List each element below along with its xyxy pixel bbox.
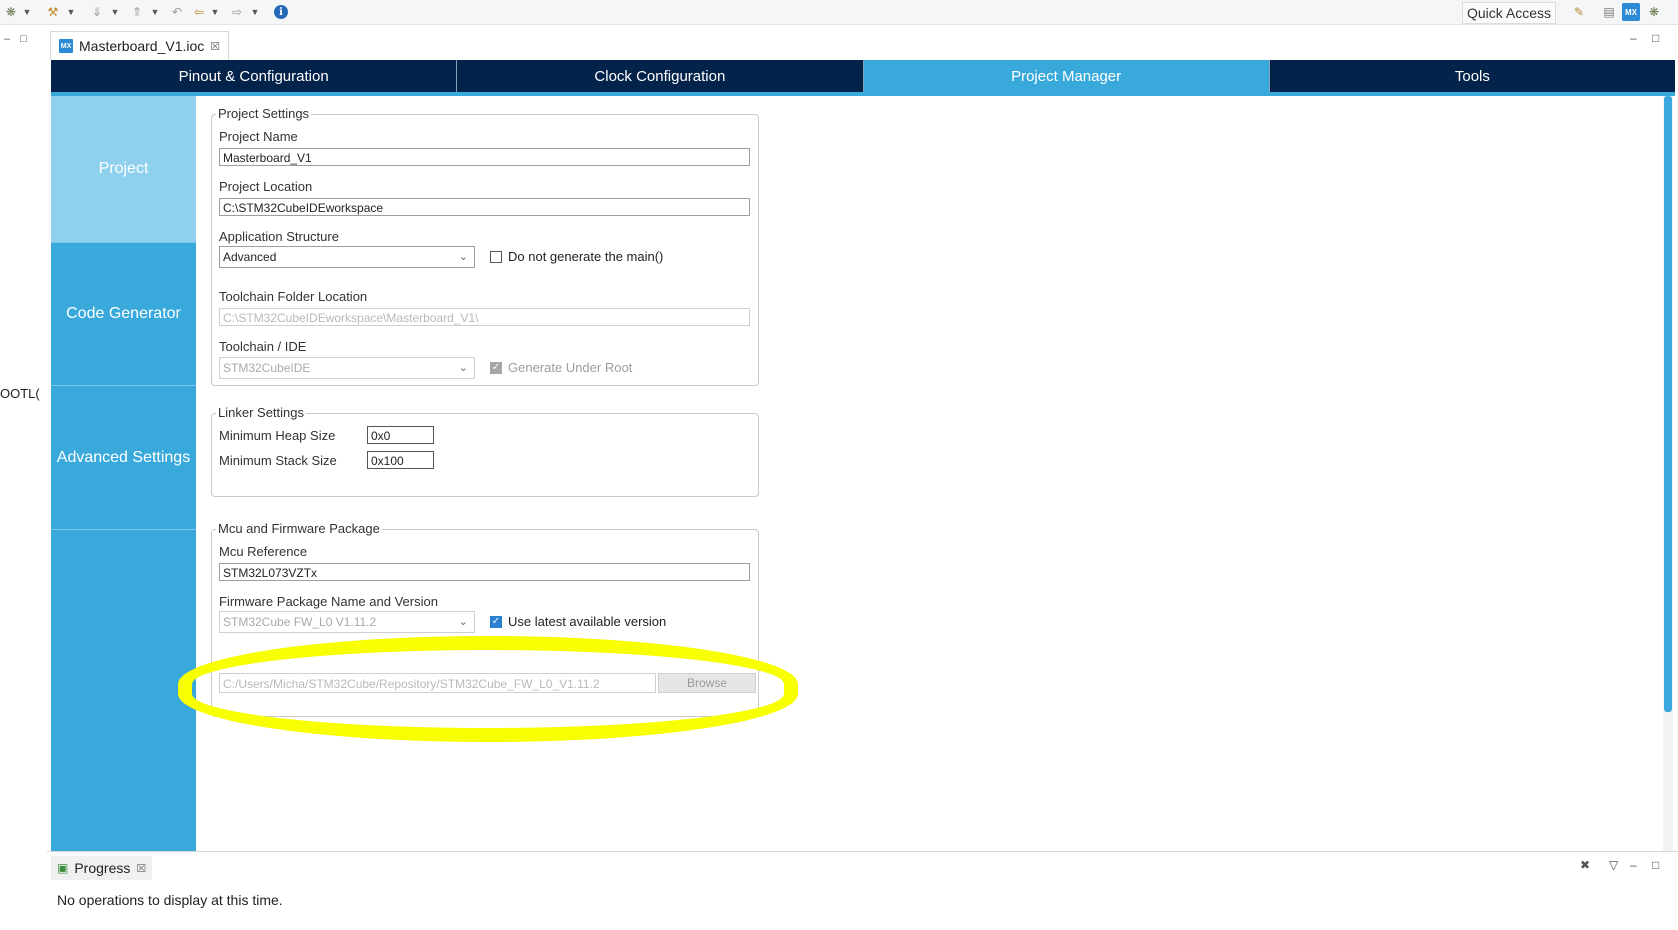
build-hammer-icon[interactable]: ⚒	[44, 3, 62, 21]
remove-all-finished-icon[interactable]: ✖	[1580, 858, 1590, 872]
sidenav-item-project[interactable]: Project	[51, 96, 196, 243]
application-structure-label: Application Structure	[219, 229, 339, 244]
chevron-down-icon: ⌄	[458, 362, 468, 374]
tab-clock-configuration[interactable]: Clock Configuration	[457, 60, 864, 92]
generate-under-root-checkbox: ✓	[490, 362, 502, 374]
panel-minimize-icon[interactable]: –	[1630, 858, 1637, 872]
project-settings-legend: Project Settings	[216, 106, 312, 121]
back-icon[interactable]: ⇦	[190, 3, 208, 21]
open-perspective-icon[interactable]: ✎	[1570, 3, 1588, 21]
tab-pinout-configuration[interactable]: Pinout & Configuration	[51, 60, 458, 92]
mx-file-icon: MX	[59, 39, 73, 53]
info-icon[interactable]: i	[274, 5, 288, 19]
tab-tools[interactable]: Tools	[1269, 60, 1675, 92]
firmware-package-select: STM32Cube FW_L0 V1.11.2 ⌄	[219, 611, 475, 633]
linker-settings-legend: Linker Settings	[216, 405, 306, 420]
back-dropdown-icon[interactable]: ▼	[210, 5, 220, 19]
mcu-firmware-legend: Mcu and Firmware Package	[216, 521, 382, 536]
vertical-scrollbar-thumb[interactable]	[1664, 96, 1672, 712]
progress-tab-label: Progress	[74, 860, 131, 876]
prev-annotation-dropdown-icon[interactable]: ▼	[150, 5, 160, 19]
editor-maximize-icon[interactable]: □	[1652, 31, 1659, 45]
tab-project-manager[interactable]: Project Manager	[863, 60, 1270, 92]
toolchain-folder-field: C:\STM32CubeIDEworkspace\Masterboard_V1\	[219, 308, 750, 326]
minimize-icon[interactable]: –	[4, 33, 10, 45]
build-dropdown-icon[interactable]: ▼	[66, 5, 76, 19]
yellow-highlight-marker	[178, 636, 798, 742]
main-tabs: Pinout & Configuration Clock Configurati…	[51, 60, 1675, 92]
last-edit-icon[interactable]: ↶	[168, 3, 186, 21]
perspective-debug-icon[interactable]: ❋	[1645, 3, 1663, 21]
firmware-package-label: Firmware Package Name and Version	[219, 594, 438, 609]
use-latest-version-checkbox[interactable]: ✓	[490, 616, 502, 628]
editor-tab-masterboard[interactable]: MX Masterboard_V1.ioc ☒	[50, 31, 230, 60]
sidenav-item-code-generator[interactable]: Code Generator	[51, 243, 196, 386]
perspective-mx-icon[interactable]: MX	[1622, 3, 1640, 21]
editor-tab-title: Masterboard_V1.ioc	[79, 38, 205, 54]
editor-minimize-icon[interactable]: –	[1630, 31, 1637, 45]
chevron-down-icon: ⌄	[458, 251, 468, 263]
toolchain-ide-value: STM32CubeIDE	[223, 361, 311, 375]
progress-empty-message: No operations to display at this time.	[57, 892, 283, 908]
view-menu-icon[interactable]: ▽	[1609, 858, 1618, 872]
application-structure-value: Advanced	[223, 250, 277, 264]
use-latest-version-label: Use latest available version	[508, 614, 667, 629]
debug-icon[interactable]: ❋	[2, 3, 20, 21]
generate-under-root-label: Generate Under Root	[508, 360, 633, 375]
chevron-down-icon: ⌄	[458, 616, 468, 628]
project-name-label: Project Name	[219, 129, 298, 144]
progress-panel: ▣ Progress ☒ ✖ ▽ – □ No operations to di…	[47, 851, 1678, 930]
project-manager-sidenav: Project Code Generator Advanced Settings	[51, 96, 196, 851]
main-toolbar: ❋ ▼ ⚒ ▼ ⇓ ▼ ⇑ ▼ ↶ ⇦ ▼ ⇨ ▼ i Quick Access…	[0, 0, 1678, 25]
progress-tab[interactable]: ▣ Progress ☒	[51, 856, 153, 880]
maximize-icon[interactable]: □	[20, 33, 27, 45]
firmware-package-value: STM32Cube FW_L0 V1.11.2	[223, 615, 377, 629]
mcu-reference-label: Mcu Reference	[219, 544, 308, 559]
clipped-view-label: OOTL(	[0, 386, 40, 401]
toolchain-folder-label: Toolchain Folder Location	[219, 289, 368, 304]
sidenav-item-advanced-settings[interactable]: Advanced Settings	[51, 386, 196, 530]
linker-settings-group: Linker Settings Minimum Heap Size 0x0 Mi…	[211, 405, 759, 497]
project-location-label: Project Location	[219, 179, 313, 194]
forward-dropdown-icon[interactable]: ▼	[250, 5, 260, 19]
next-annotation-icon[interactable]: ⇓	[88, 3, 106, 21]
close-tab-icon[interactable]: ☒	[210, 40, 220, 53]
debug-dropdown-icon[interactable]: ▼	[22, 5, 32, 19]
quick-access-field[interactable]: Quick Access	[1462, 2, 1557, 24]
close-progress-icon[interactable]: ☒	[136, 862, 146, 875]
prev-annotation-icon[interactable]: ⇑	[128, 3, 146, 21]
toolchain-ide-select: STM32CubeIDE ⌄	[219, 357, 475, 379]
min-heap-size-label: Minimum Heap Size	[219, 428, 336, 443]
next-annotation-dropdown-icon[interactable]: ▼	[110, 5, 120, 19]
project-name-field[interactable]: Masterboard_V1	[219, 148, 750, 166]
project-settings-group: Project Settings Project Name Masterboar…	[211, 106, 759, 386]
do-not-generate-main-checkbox[interactable]	[490, 251, 502, 263]
do-not-generate-main-label: Do not generate the main()	[508, 249, 664, 264]
min-stack-size-field[interactable]: 0x100	[367, 451, 434, 469]
mcu-reference-field[interactable]: STM32L073VZTx	[219, 563, 750, 581]
min-heap-size-field[interactable]: 0x0	[367, 426, 434, 444]
left-minimized-strip: – □ OOTL(	[0, 25, 47, 929]
panel-maximize-icon[interactable]: □	[1652, 858, 1659, 872]
project-location-field[interactable]: C:\STM32CubeIDEworkspace	[219, 198, 750, 216]
min-stack-size-label: Minimum Stack Size	[219, 453, 337, 468]
editor-tab-bar: MX Masterboard_V1.ioc ☒ – □	[47, 25, 1678, 60]
progress-body: No operations to display at this time.	[47, 882, 1678, 930]
toolchain-ide-label: Toolchain / IDE	[219, 339, 307, 354]
forward-icon[interactable]: ⇨	[228, 3, 246, 21]
perspective-cpp-icon[interactable]: ▤	[1600, 3, 1618, 21]
progress-icon: ▣	[57, 861, 69, 875]
application-structure-select[interactable]: Advanced ⌄	[219, 246, 475, 268]
